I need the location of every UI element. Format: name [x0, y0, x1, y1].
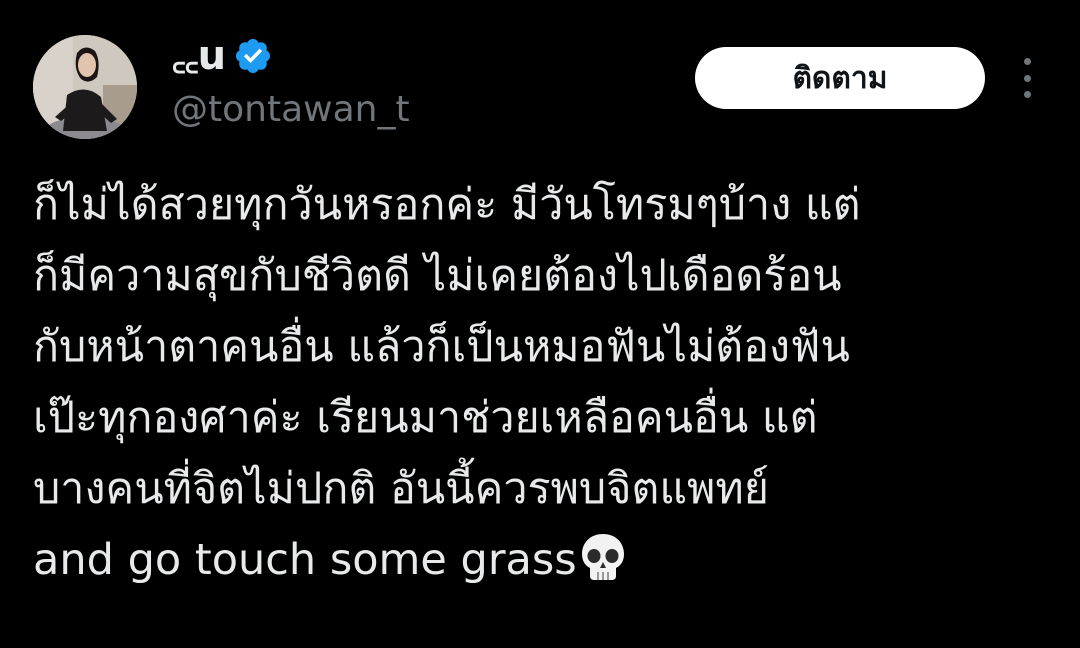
verified-badge-icon [236, 38, 271, 74]
tweet-line: บางคนที่จิตไม่ปกติ อันนี้ควรพบจิตแพทย์ [33, 464, 769, 514]
author-handle[interactable]: @tontawan_t [172, 88, 410, 132]
tweet-line: and go touch some grass [33, 535, 577, 585]
more-dot [1023, 74, 1031, 82]
follow-button[interactable]: ติดตาม [695, 47, 985, 109]
profile-photo-icon [33, 35, 137, 139]
tweet-line: เป๊ะทุกองศาค่ะ เรียนมาช่วยเหลือคนอื่น แต… [33, 393, 818, 443]
display-name[interactable]: ꜀꜀u [172, 36, 226, 76]
tweet-line-last: and go touch some grass [33, 525, 1053, 596]
author-name-row: ꜀꜀u [172, 30, 273, 82]
more-vertical-icon[interactable] [1012, 58, 1042, 98]
skull-emoji-icon [581, 534, 624, 580]
tweet-line: ก็มีความสุขกับชีวิตดี ไม่เคยต้องไปเดือดร… [33, 251, 842, 301]
tweet-card: ꜀꜀u @tontawan_t ติดตาม ก็ไม่ได้สวยทุกวัน… [0, 0, 1080, 648]
more-dot [1023, 91, 1031, 98]
avatar[interactable] [33, 35, 137, 139]
tweet-text: ก็ไม่ได้สวยทุกวันหรอกค่ะ มีวันโทรมๆบ้าง … [33, 170, 1053, 596]
tweet-line: ก็ไม่ได้สวยทุกวันหรอกค่ะ มีวันโทรมๆบ้าง … [33, 180, 861, 230]
more-dot [1023, 58, 1031, 65]
tweet-line: กับหน้าตาคนอื่น แล้วก็เป็นหมอฟันไม่ต้องฟ… [33, 322, 850, 372]
